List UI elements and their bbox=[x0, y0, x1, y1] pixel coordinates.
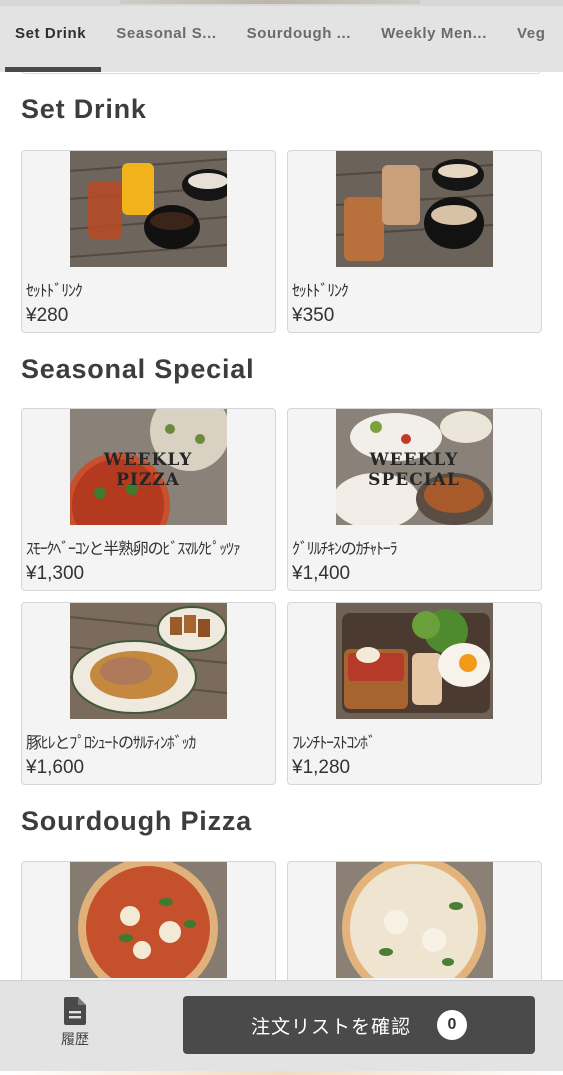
item-price: ¥1,400 bbox=[292, 563, 351, 584]
item-name: ｽﾓｰｸﾍﾞｰｺﾝと半熟卵のﾋﾞｽﾏﾙｸﾋﾟｯﾂｧ bbox=[26, 539, 241, 558]
history-button[interactable]: 履歴 bbox=[45, 997, 105, 1057]
menu-scroll-area[interactable]: Set Drink ｾｯﾄﾄﾞﾘﾝｸ ¥280 ｾｯﾄﾄﾞﾘﾝｸ ¥350 Se… bbox=[0, 72, 563, 980]
section-title-sourdough-pizza: Sourdough Pizza bbox=[21, 806, 252, 836]
section-title-seasonal-special: Seasonal Special bbox=[21, 354, 255, 384]
item-price: ¥350 bbox=[292, 305, 335, 326]
margherita-pizza-photo bbox=[70, 862, 227, 978]
item-name: ｸﾞﾘﾙﾁｷﾝのｶﾁｬﾄｰﾗ bbox=[292, 539, 398, 558]
history-label: 履歴 bbox=[61, 1032, 89, 1048]
item-name: ﾌﾚﾝﾁﾄｰｽﾄｺﾝﾎﾞ bbox=[292, 733, 376, 752]
svg-text:PIZZA: PIZZA bbox=[116, 470, 180, 490]
view-order-list-button[interactable]: 注文リストを確認 0 bbox=[183, 996, 535, 1054]
order-button-label: 注文リストを確認 bbox=[250, 1015, 411, 1038]
iced-tea-and-coffee-photo bbox=[70, 151, 227, 267]
tab-weekly-menu[interactable]: Weekly Men... bbox=[366, 6, 502, 72]
document-icon bbox=[64, 997, 86, 1025]
svg-text:SPECIAL: SPECIAL bbox=[368, 470, 460, 490]
tab-seasonal-special[interactable]: Seasonal S... bbox=[101, 6, 231, 72]
bianca-pizza-photo bbox=[336, 862, 493, 978]
menu-item-card[interactable]: ｾｯﾄﾄﾞﾘﾝｸ ¥350 bbox=[287, 150, 542, 333]
item-name: ｾｯﾄﾄﾞﾘﾝｸ bbox=[292, 281, 349, 300]
item-name: 豚ﾋﾚとﾌﾟﾛｼｭｰﾄのｻﾙﾃｨﾝﾎﾞｯｶ bbox=[26, 733, 196, 752]
item-price: ¥280 bbox=[26, 305, 69, 326]
previous-card-edge bbox=[21, 72, 541, 74]
menu-item-card[interactable] bbox=[21, 861, 276, 980]
weekly-special-photo: WEEKLY SPECIAL bbox=[336, 409, 493, 525]
tab-vegetable[interactable]: Veg bbox=[502, 6, 560, 72]
french-toast-photo bbox=[336, 603, 493, 719]
menu-item-card[interactable] bbox=[287, 861, 542, 980]
item-price: ¥1,300 bbox=[26, 563, 85, 584]
menu-item-card[interactable]: ｾｯﾄﾄﾞﾘﾝｸ ¥280 bbox=[21, 150, 276, 333]
svg-text:WEEKLY: WEEKLY bbox=[103, 450, 193, 470]
bottom-action-bar: 履歴 注文リストを確認 0 bbox=[0, 980, 563, 1075]
category-tab-bar: Set Drink Seasonal S... Sourdough ... We… bbox=[0, 6, 563, 72]
item-price: ¥1,600 bbox=[26, 757, 85, 778]
menu-item-card[interactable]: 豚ﾋﾚとﾌﾟﾛｼｭｰﾄのｻﾙﾃｨﾝﾎﾞｯｶ ¥1,600 bbox=[21, 602, 276, 785]
tab-set-drink[interactable]: Set Drink bbox=[0, 6, 102, 72]
bottom-image-strip bbox=[0, 1071, 563, 1075]
menu-item-card[interactable]: ﾌﾚﾝﾁﾄｰｽﾄｺﾝﾎﾞ ¥1,280 bbox=[287, 602, 542, 785]
iced-latte-and-coffee-photo bbox=[336, 151, 493, 267]
section-title-set-drink: Set Drink bbox=[21, 94, 147, 124]
item-name: ｾｯﾄﾄﾞﾘﾝｸ bbox=[26, 281, 83, 300]
menu-item-card[interactable]: WEEKLY SPECIAL ｸﾞﾘﾙﾁｷﾝのｶﾁｬﾄｰﾗ ¥1,400 bbox=[287, 408, 542, 591]
item-price: ¥1,280 bbox=[292, 757, 351, 778]
saltimbocca-photo bbox=[70, 603, 227, 719]
tab-sourdough-pizza[interactable]: Sourdough ... bbox=[232, 6, 366, 72]
weekly-pizza-photo: WEEKLY PIZZA bbox=[70, 409, 227, 525]
svg-text:WEEKLY: WEEKLY bbox=[369, 450, 459, 470]
order-count-badge: 0 bbox=[437, 1010, 467, 1040]
menu-item-card[interactable]: WEEKLY PIZZA ｽﾓｰｸﾍﾞｰｺﾝと半熟卵のﾋﾞｽﾏﾙｸﾋﾟｯﾂｧ ¥… bbox=[21, 408, 276, 591]
